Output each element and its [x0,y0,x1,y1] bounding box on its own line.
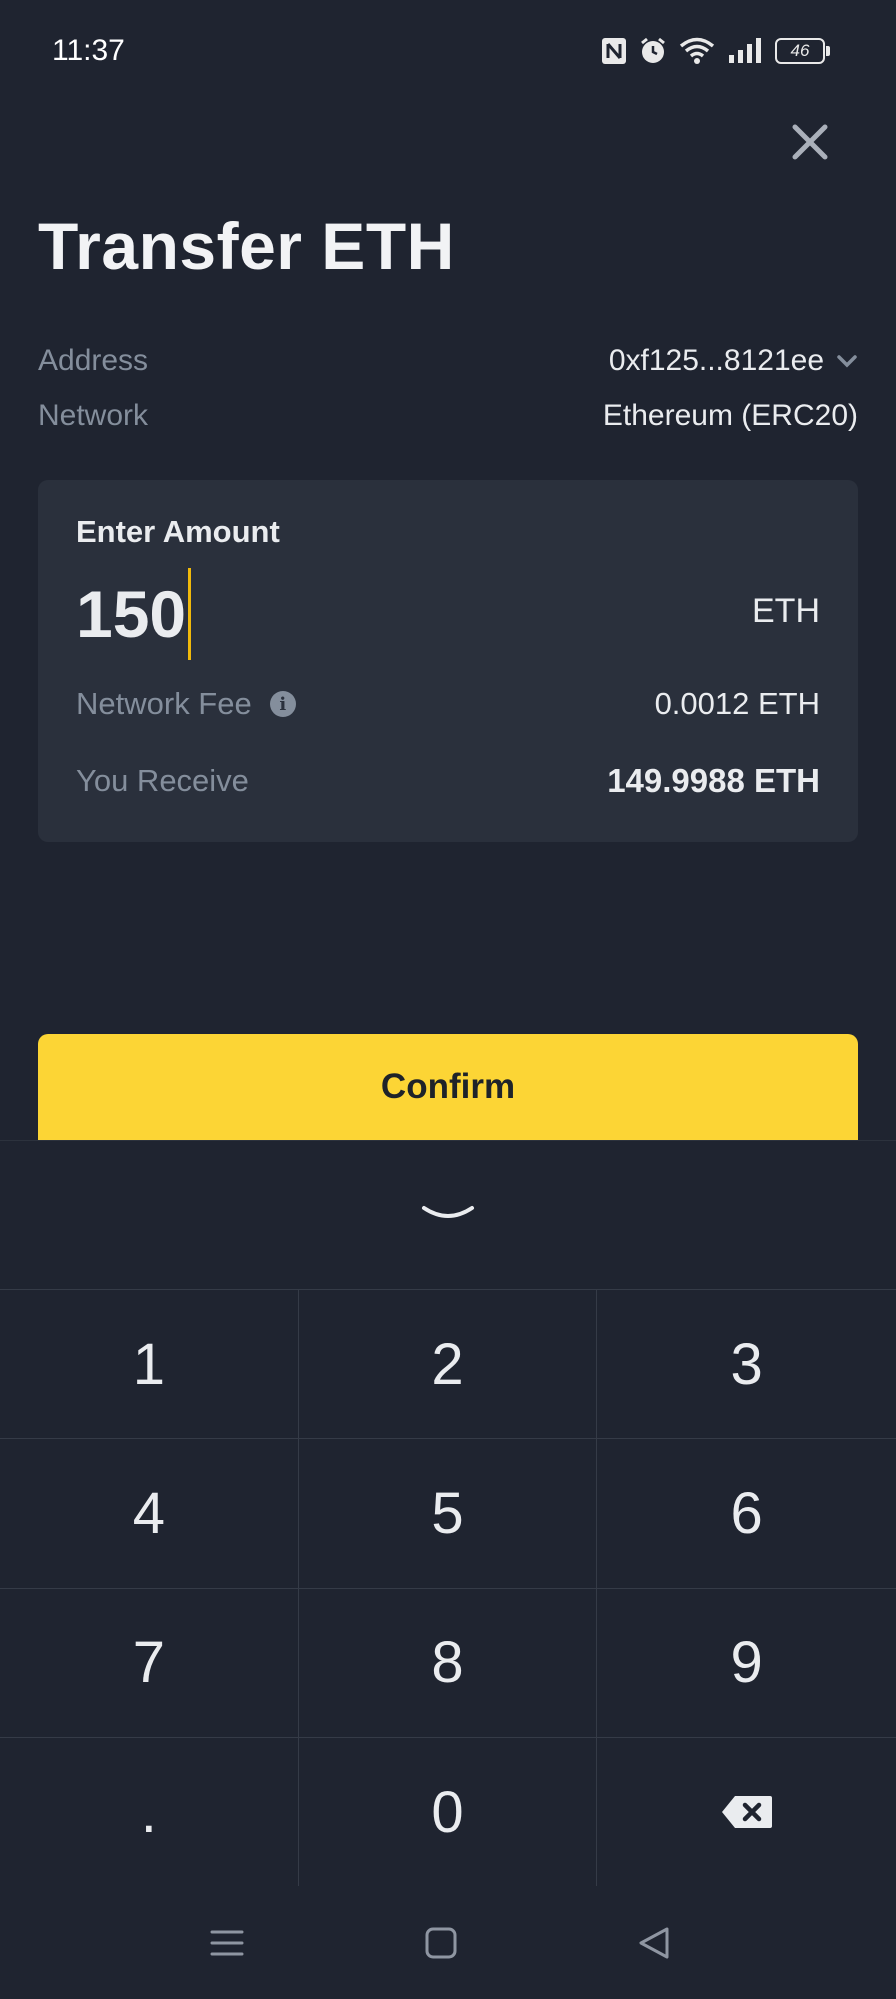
network-label: Network [38,399,149,432]
close-button[interactable] [788,120,832,164]
key-backspace[interactable] [597,1738,896,1887]
amount-card: Enter Amount 150 ETH Network Fee i 0.001… [38,480,858,842]
chevron-down-icon [422,1206,474,1218]
network-value: Ethereum (ERC20) [602,399,858,432]
menu-icon [210,1930,244,1955]
network-row: Network Ethereum (ERC20) [38,396,858,436]
amount-unit: ETH [752,592,820,630]
network-fee-row: Network Fee i 0.0012 ETH [76,686,820,722]
amount-input[interactable]: 150 [76,568,192,660]
hide-keyboard-button[interactable] [0,1141,896,1289]
key-3[interactable]: 3 [597,1290,896,1440]
key-0[interactable]: 0 [299,1737,598,1887]
info-icon[interactable]: i [269,691,296,717]
battery-icon: 46 [775,38,830,64]
you-receive-label: You Receive [76,763,249,798]
close-icon [792,124,828,160]
text-caret [188,568,192,660]
key-2[interactable]: 2 [298,1290,598,1440]
page-title: Transfer ETH [38,209,455,283]
system-nav-bar [0,1886,896,1999]
key-1[interactable]: 1 [0,1290,299,1440]
numeric-keypad: 1 2 3 4 5 6 7 8 9 . 0 [0,1140,896,1887]
address-row[interactable]: Address 0xf125...8121ee [38,341,858,381]
address-label: Address [38,344,149,377]
status-bar: 11:37 46 [0,0,896,104]
battery-level: 46 [775,38,825,64]
alarm-icon [639,37,667,65]
network-fee-label: Network Fee [76,686,252,721]
home-nav-button[interactable] [381,1886,501,1999]
network-fee-value: 0.0012 ETH [654,686,820,721]
key-5[interactable]: 5 [298,1439,598,1589]
address-value: 0xf125...8121ee [608,344,824,377]
confirm-button[interactable]: Confirm [38,1034,858,1140]
enter-amount-label: Enter Amount [76,514,280,549]
key-7[interactable]: 7 [0,1588,299,1738]
backspace-icon [721,1796,772,1829]
signal-icon [727,37,763,65]
amount-value: 150 [76,577,187,651]
status-icons: 46 [601,34,830,68]
key-8[interactable]: 8 [298,1588,598,1738]
you-receive-value: 149.9988 ETH [607,762,820,799]
key-4[interactable]: 4 [0,1439,299,1589]
keypad-grid: 1 2 3 4 5 6 7 8 9 . 0 [0,1289,896,1887]
back-icon [639,1927,669,1958]
chevron-down-icon [837,355,857,368]
key-decimal[interactable]: . [0,1737,299,1887]
key-6[interactable]: 6 [597,1439,896,1589]
back-nav-button[interactable] [594,1886,714,1999]
home-icon [425,1927,457,1958]
key-9[interactable]: 9 [597,1589,896,1738]
menu-nav-button[interactable] [167,1886,287,1999]
transfer-screen: 11:37 46 Transfer ETH Address 0xf125...8… [0,0,896,1999]
address-selector[interactable]: 0xf125...8121ee [609,344,858,378]
you-receive-row: You Receive 149.9988 ETH [76,762,820,800]
nfc-icon [601,37,627,65]
status-time: 11:37 [52,34,125,67]
wifi-icon [679,37,715,65]
